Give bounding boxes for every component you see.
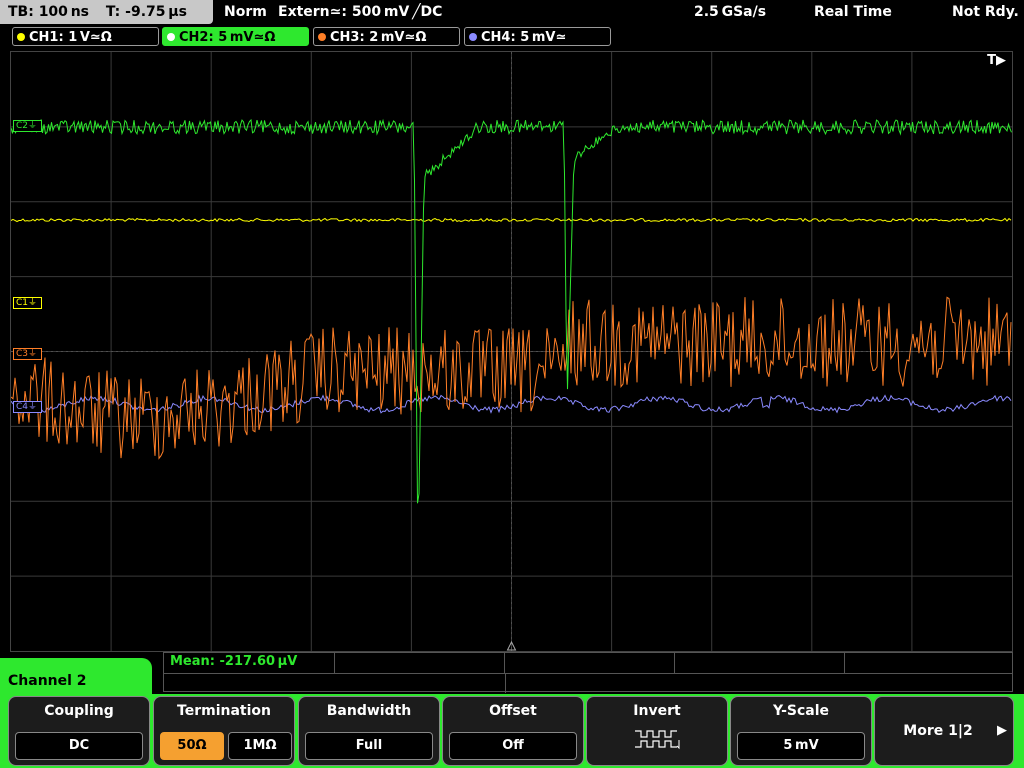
mean-value: Mean: -217.60 µV: [170, 654, 298, 669]
tab-ch4-label: CH4: 5 mV≃: [481, 30, 567, 45]
ch3-dot-icon: [318, 33, 326, 41]
bottom-panel: Mean: -217.60 µV Channel 2 Coupling DC T…: [0, 652, 1024, 768]
invert-title: Invert: [633, 703, 681, 719]
termination-50ohm-button[interactable]: 50Ω: [160, 732, 224, 760]
termination-1mohm-button[interactable]: 1MΩ: [228, 732, 292, 760]
bandwidth-softkey[interactable]: Bandwidth Full: [298, 696, 440, 766]
termination-title: Termination: [177, 703, 271, 719]
invert-waveform-icon: [635, 730, 680, 750]
ch1-dot-icon: [17, 33, 25, 41]
coupling-title: Coupling: [44, 703, 114, 719]
status-bar: TB: 100 ns T: -9.75 µs Norm Extern≃: 500…: [0, 0, 1024, 26]
tab-ch3-label: CH3: 2 mV≃Ω: [330, 30, 427, 45]
termination-softkey[interactable]: Termination 50Ω 1MΩ: [153, 696, 295, 766]
offset-value[interactable]: Off: [449, 732, 577, 760]
invert-softkey[interactable]: Invert: [586, 696, 728, 766]
trigger-mode[interactable]: Norm: [224, 0, 267, 24]
ch2-offset-marker[interactable]: C2⏚: [13, 120, 43, 132]
acquisition-status: Not Rdy.: [952, 4, 1019, 20]
tab-ch2[interactable]: CH2: 5 mV≃Ω: [162, 27, 309, 46]
waveform-display[interactable]: T▶ C1⏚ C2⏚ C3⏚ C4⏚: [10, 51, 1013, 652]
measurement-divider: [504, 673, 506, 693]
measurement-cell-mean[interactable]: Mean: -217.60 µV: [164, 653, 335, 673]
more-label: More 1|2: [903, 723, 973, 739]
coupling-softkey[interactable]: Coupling DC: [8, 696, 150, 766]
measurement-cell: [334, 653, 505, 673]
timebase-box[interactable]: TB: 100 ns T: -9.75 µs: [0, 0, 213, 24]
tab-ch3[interactable]: CH3: 2 mV≃Ω: [313, 27, 460, 46]
measurement-table: Mean: -217.60 µV: [163, 652, 1013, 693]
bandwidth-title: Bandwidth: [326, 703, 412, 719]
acquisition-mode: Real Time: [814, 4, 892, 20]
sample-rate: 2.5 GSa/s: [694, 4, 767, 20]
y-scale-title: Y-Scale: [772, 703, 829, 719]
more-softkey[interactable]: More 1|2 ▶: [874, 696, 1014, 766]
coupling-value[interactable]: DC: [15, 732, 143, 760]
y-scale-value[interactable]: 5 mV: [737, 732, 865, 760]
y-scale-softkey[interactable]: Y-Scale 5 mV: [730, 696, 872, 766]
waveform-canvas: [11, 52, 1012, 651]
bandwidth-value[interactable]: Full: [305, 732, 433, 760]
ch4-offset-marker[interactable]: C4⏚: [13, 401, 43, 413]
tab-ch1-label: CH1: 1 V≃Ω: [29, 30, 112, 45]
right-arrow-icon: ▶: [997, 723, 1007, 738]
softkey-bar: Coupling DC Termination 50Ω 1MΩ Bandwidt…: [0, 694, 1024, 768]
timebase-value: TB: 100 ns: [8, 4, 90, 20]
offset-title: Offset: [489, 703, 537, 719]
measurement-row: Mean: -217.60 µV: [164, 653, 1012, 674]
measurement-cell: [674, 653, 845, 673]
ch1-offset-marker[interactable]: C1⏚: [13, 297, 43, 309]
trigger-source[interactable]: Extern≃: 500 mV ╱DC: [278, 0, 442, 24]
trigger-time-value: T: -9.75 µs: [105, 4, 187, 20]
tab-ch1[interactable]: CH1: 1 V≃Ω: [12, 27, 159, 46]
channel-tabs: CH1: 1 V≃Ω CH2: 5 mV≃Ω CH3: 2 mV≃Ω CH4: …: [0, 26, 1024, 48]
ch3-offset-marker[interactable]: C3⏚: [13, 348, 43, 360]
offset-softkey[interactable]: Offset Off: [442, 696, 584, 766]
trigger-position-icon[interactable]: T▶: [987, 53, 1006, 68]
tab-ch2-label: CH2: 5 mV≃Ω: [179, 30, 276, 45]
measurement-cell: [504, 653, 675, 673]
ch2-dot-icon: [167, 33, 175, 41]
tab-ch4[interactable]: CH4: 5 mV≃: [464, 27, 611, 46]
ch4-dot-icon: [469, 33, 477, 41]
